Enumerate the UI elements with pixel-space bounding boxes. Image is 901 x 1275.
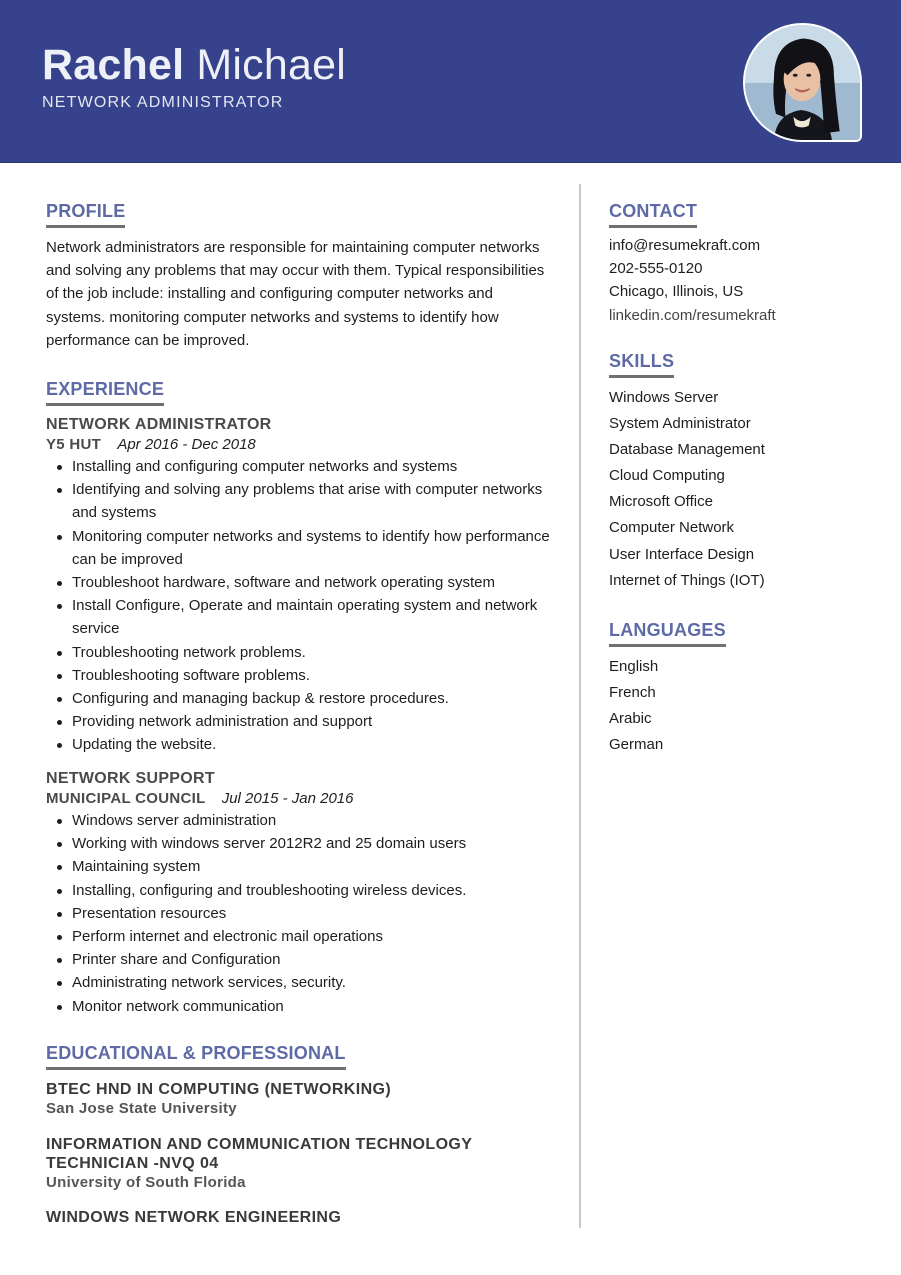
candidate-job-title: NETWORK ADMINISTRATOR	[42, 94, 284, 111]
skills-list: Windows Server System Administrator Data…	[609, 385, 879, 594]
responsibility-item: Install Configure, Operate and maintain …	[46, 594, 551, 640]
language-item: German	[609, 736, 664, 754]
languages-list: English French Arabic German	[609, 654, 879, 758]
job-dates: Jul 2015 - Jan 2016	[221, 790, 354, 807]
job-responsibilities: Installing and configuring computer netw…	[46, 455, 551, 757]
skill-item: Database Management	[609, 441, 765, 459]
company-name: Y5 HUT	[46, 436, 102, 453]
column-divider	[579, 184, 581, 1228]
responsibility-item: Working with windows server 2012R2 and 2…	[46, 832, 551, 855]
skill-item: User Interface Design	[609, 545, 755, 563]
education-entry: BTEC HND IN COMPUTING (NETWORKING) San J…	[46, 1080, 551, 1119]
languages-heading: LANGUAGES	[609, 620, 726, 647]
responsibility-item: Maintaining system	[46, 855, 551, 878]
skill-item: Cloud Computing	[609, 467, 725, 485]
profile-summary: Network administrators are responsible f…	[46, 239, 545, 349]
education-school: University of South Florida	[46, 1174, 246, 1191]
job-title: NETWORK ADMINISTRATOR	[46, 416, 272, 433]
skill-item: Microsoft Office	[609, 493, 713, 511]
job-entry: NETWORK SUPPORT MUNICIPAL COUNCIL Jul 20…	[46, 769, 551, 1018]
skill-item: Internet of Things (IOT)	[609, 571, 765, 589]
language-item: Arabic	[609, 710, 652, 728]
contact-location: Chicago, Illinois, US	[609, 283, 744, 301]
language-item: English	[609, 658, 659, 675]
responsibility-item: Updating the website.	[46, 733, 551, 756]
education-heading: EDUCATIONAL & PROFESSIONAL	[46, 1043, 346, 1070]
responsibility-item: Installing and configuring computer netw…	[46, 455, 551, 478]
job-responsibilities: Windows server administration Working wi…	[46, 809, 551, 1018]
last-name: Michael	[196, 41, 346, 89]
contact-linkedin[interactable]: linkedin.com/resumekraft	[609, 304, 879, 327]
first-name: Rachel	[42, 41, 185, 89]
responsibility-item: Perform internet and electronic mail ope…	[46, 925, 551, 948]
portrait-image	[745, 25, 860, 140]
skill-item: Windows Server	[609, 389, 719, 406]
responsibility-item: Installing, configuring and troubleshoot…	[46, 879, 551, 902]
responsibility-item: Monitoring computer networks and systems…	[46, 525, 551, 571]
job-meta: Y5 HUT Apr 2016 - Dec 2018	[46, 435, 551, 455]
company-name: MUNICIPAL COUNCIL	[46, 790, 206, 807]
responsibility-item: Configuring and managing backup & restor…	[46, 687, 551, 710]
profile-heading: PROFILE	[46, 201, 126, 228]
responsibility-item: Troubleshooting network problems.	[46, 641, 551, 664]
language-item: French	[609, 684, 656, 702]
contact-phone: 202-555-0120	[609, 260, 703, 278]
contact-email[interactable]: info@resumekraft.com	[609, 234, 879, 257]
job-meta: MUNICIPAL COUNCIL Jul 2015 - Jan 2016	[46, 789, 551, 809]
job-entry: NETWORK ADMINISTRATOR Y5 HUT Apr 2016 - …	[46, 415, 551, 757]
resume-header: Rachel Michael NETWORK ADMINISTRATOR	[0, 0, 901, 163]
responsibility-item: Printer share and Configuration	[46, 948, 551, 971]
education-title: INFORMATION AND COMMUNICATION TECHNOLOGY…	[46, 1136, 473, 1172]
education-title: BTEC HND IN COMPUTING (NETWORKING)	[46, 1081, 392, 1098]
job-dates: Apr 2016 - Dec 2018	[117, 436, 256, 453]
responsibility-item: Identifying and solving any problems tha…	[46, 478, 551, 524]
skill-item: System Administrator	[609, 415, 751, 433]
responsibility-item: Troubleshooting software problems.	[46, 664, 551, 687]
education-title: WINDOWS NETWORK ENGINEERING	[46, 1209, 342, 1226]
responsibility-item: Presentation resources	[46, 902, 551, 925]
profile-photo	[743, 23, 862, 142]
responsibility-item: Providing network administration and sup…	[46, 710, 551, 733]
responsibility-item: Administrating network services, securit…	[46, 971, 551, 994]
education-entry: INFORMATION AND COMMUNICATION TECHNOLOGY…	[46, 1135, 486, 1193]
contact-list: info@resumekraft.com 202-555-0120 Chicag…	[609, 234, 879, 327]
skill-item: Computer Network	[609, 519, 735, 537]
skills-heading: SKILLS	[609, 351, 675, 378]
education-entry: WINDOWS NETWORK ENGINEERING	[46, 1208, 551, 1227]
responsibility-item: Troubleshoot hardware, software and netw…	[46, 571, 551, 594]
experience-heading: EXPERIENCE	[46, 379, 165, 406]
responsibility-item: Monitor network communication	[46, 995, 551, 1018]
candidate-name: Rachel Michael	[42, 40, 346, 90]
contact-heading: CONTACT	[609, 201, 698, 228]
responsibility-item: Windows server administration	[46, 809, 551, 832]
job-title: NETWORK SUPPORT	[46, 770, 215, 787]
education-school: San Jose State University	[46, 1100, 237, 1117]
